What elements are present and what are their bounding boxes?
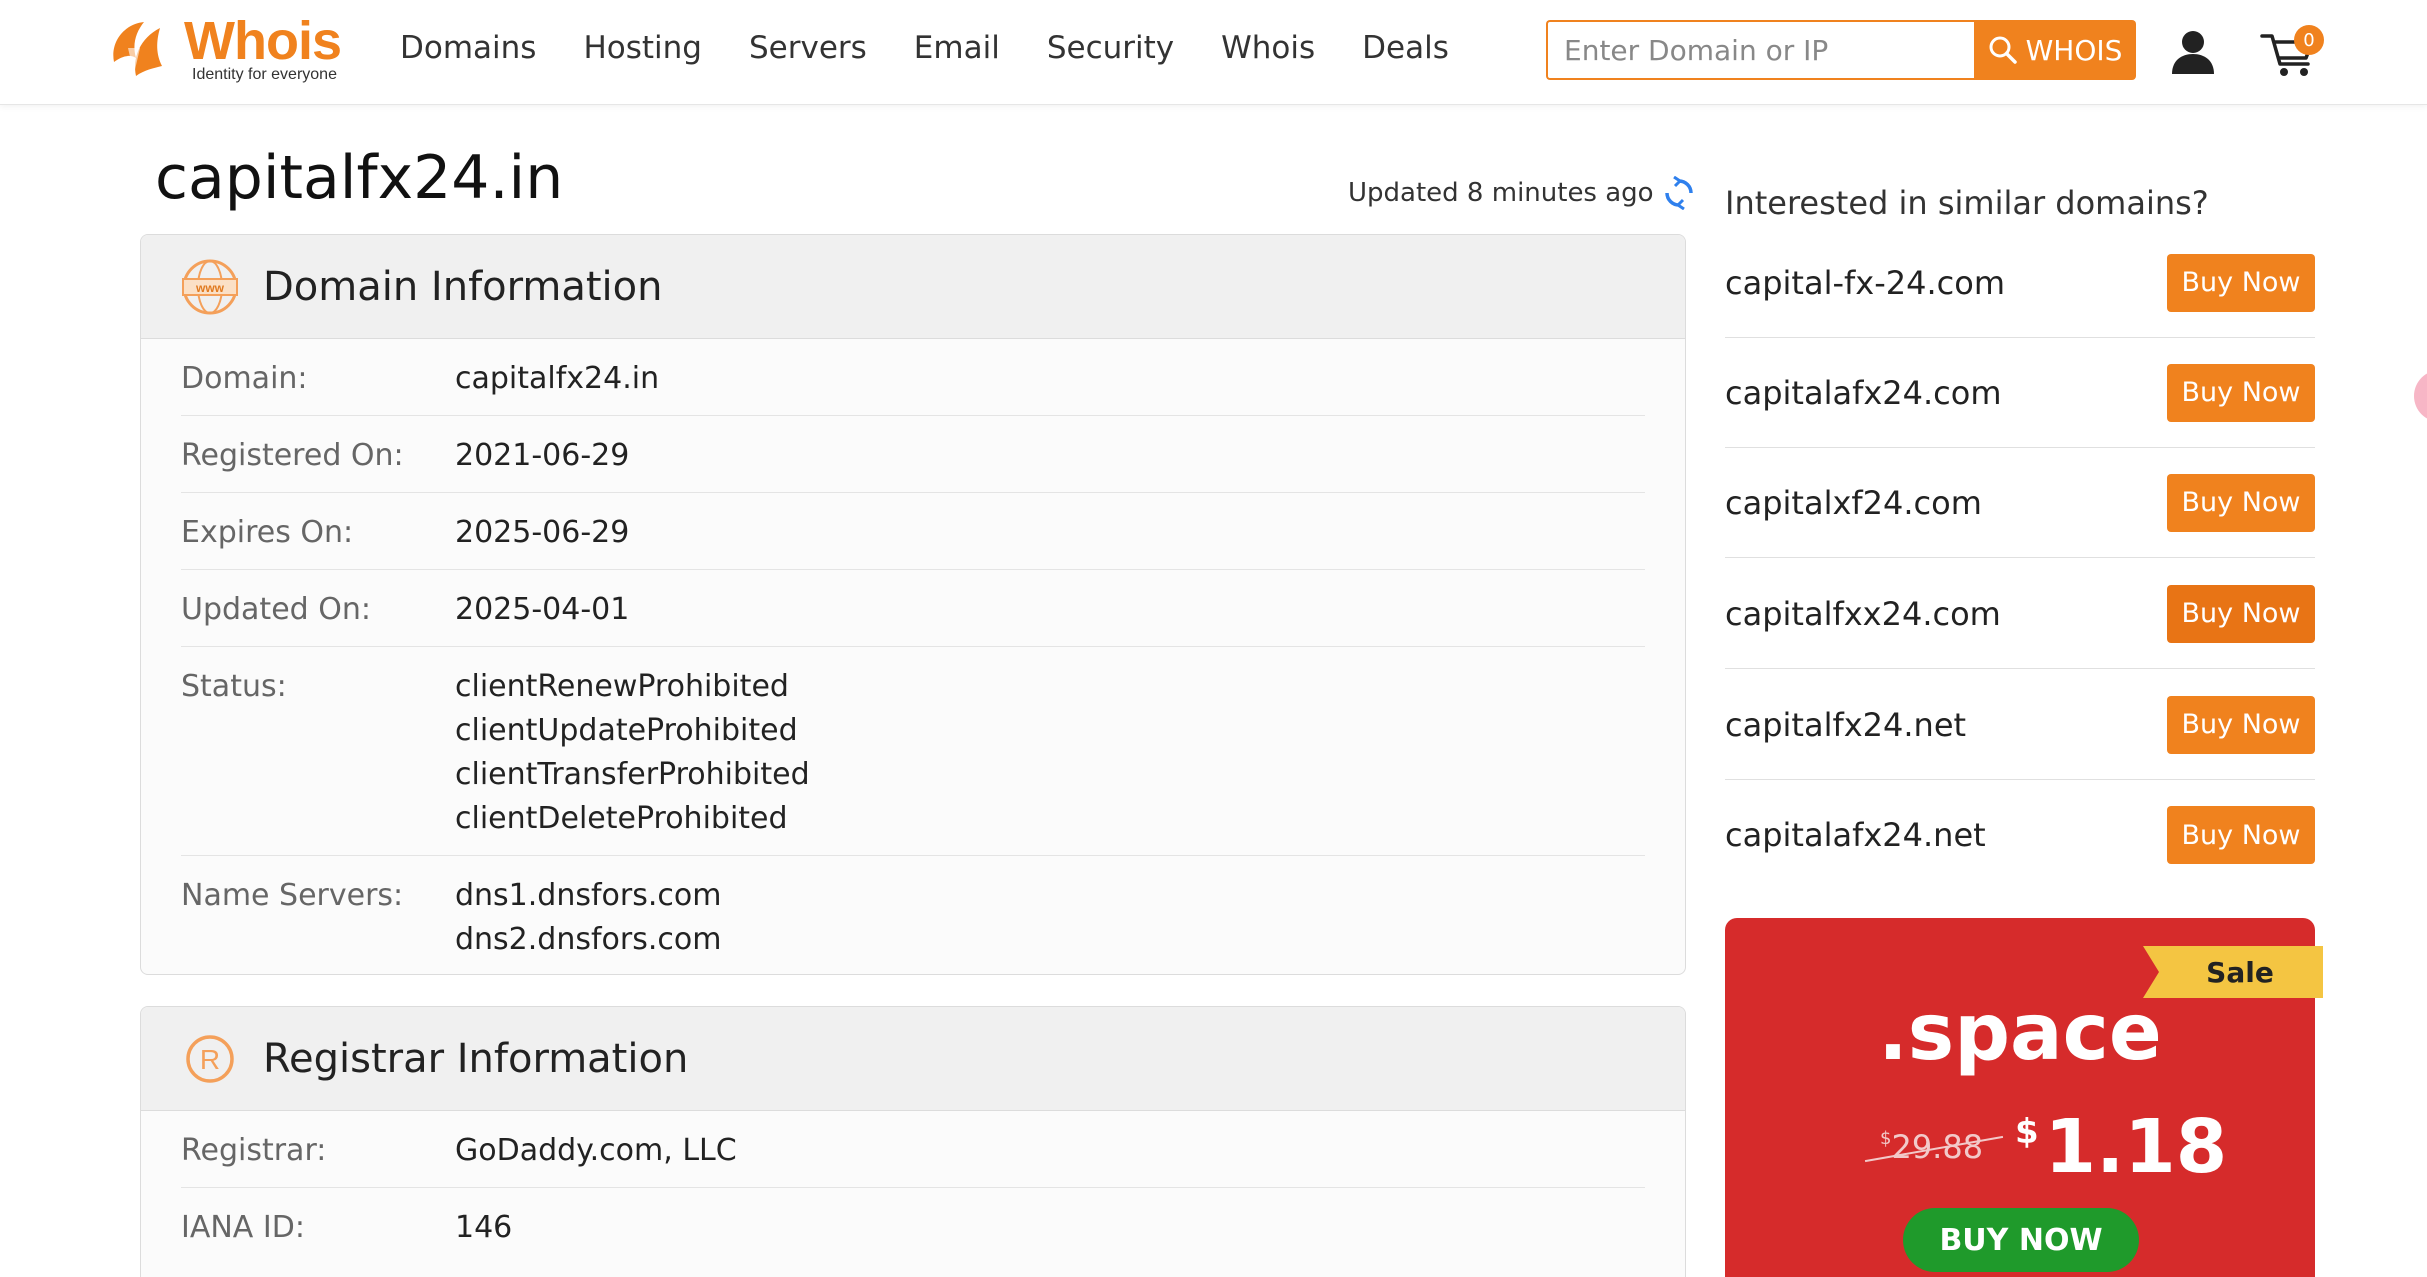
search-bar: WHOIS	[1546, 20, 2136, 80]
domain-information-rows: Domain: capitalfx24.in Registered On: 20…	[141, 339, 1685, 974]
value-expires-on: 2025-06-29	[455, 515, 630, 550]
space-tld-promo[interactable]: Sale .space $29.88 $1.18 BUY NOW	[1725, 918, 2323, 1277]
search-input[interactable]	[1546, 20, 1974, 80]
suggestion-domain: capitalafx24.com	[1725, 373, 2002, 412]
buy-now-button[interactable]: Buy Now	[2167, 363, 2315, 422]
registrar-information-card: R Registrar Information Registrar: GoDad…	[140, 1006, 1686, 1277]
nav-email[interactable]: Email	[914, 30, 1000, 66]
suggestion-item: capitalfxx24.com Buy Now	[1725, 559, 2315, 669]
name-server-value: dns1.dnsfors.com	[455, 878, 722, 913]
suggestion-item: capitalxf24.com Buy Now	[1725, 448, 2315, 558]
suggestion-domain: capitalfxx24.com	[1725, 594, 2001, 633]
row-registrar: Registrar: GoDaddy.com, LLC	[181, 1111, 1645, 1188]
main-nav: Domains Hosting Servers Email Security W…	[400, 30, 1496, 66]
name-server-values: dns1.dnsfors.com dns2.dnsfors.com	[455, 874, 721, 962]
value-registrar: GoDaddy.com, LLC	[455, 1133, 737, 1168]
label-domain: Domain:	[181, 361, 308, 396]
value-domain: capitalfx24.in	[455, 361, 660, 396]
promo-tld: .space	[1878, 988, 2162, 1078]
promo-new-amount: 1.18	[2044, 1104, 2228, 1190]
promo-old-currency: $	[1880, 1128, 1892, 1149]
suggestion-domain: capitalafx24.net	[1725, 816, 1986, 854]
similar-domains-title: Interested in similar domains?	[1725, 184, 2209, 222]
label-name-servers: Name Servers:	[181, 878, 404, 913]
buy-now-button[interactable]: Buy Now	[2167, 695, 2315, 754]
nav-servers[interactable]: Servers	[749, 30, 867, 66]
suggestion-domain: capital-fx-24.com	[1725, 263, 2005, 302]
value-updated-on: 2025-04-01	[455, 592, 630, 627]
label-status: Status:	[181, 669, 287, 704]
label-iana-id: IANA ID:	[181, 1210, 305, 1245]
nav-security[interactable]: Security	[1047, 30, 1174, 66]
svg-text:R: R	[200, 1044, 220, 1075]
label-updated-on: Updated On:	[181, 592, 371, 627]
value-iana-id: 146	[455, 1210, 513, 1245]
cart-count-badge: 0	[2294, 25, 2324, 55]
label-registered-on: Registered On:	[181, 438, 404, 473]
registrar-information-rows: Registrar: GoDaddy.com, LLC IANA ID: 146	[141, 1111, 1685, 1264]
row-expires-on: Expires On: 2025-06-29	[181, 493, 1645, 570]
label-expires-on: Expires On:	[181, 515, 354, 550]
nav-whois[interactable]: Whois	[1221, 30, 1315, 66]
status-values: clientRenewProhibited clientUpdateProhib…	[455, 665, 810, 841]
buy-now-button[interactable]: Buy Now	[2167, 253, 2315, 312]
promo-buy-now-button[interactable]: BUY NOW	[1903, 1208, 2139, 1272]
value-registered-on: 2021-06-29	[455, 438, 630, 473]
updated-status: Updated 8 minutes ago	[1348, 176, 1694, 210]
registrar-information-header: R Registrar Information	[141, 1007, 1685, 1111]
suggestion-item: capital-fx-24.com Buy Now	[1725, 228, 2315, 338]
top-header: Whois Identity for everyone Domains Host…	[0, 0, 2427, 105]
buy-now-button[interactable]: Buy Now	[2167, 584, 2315, 643]
svg-text:www: www	[195, 281, 225, 295]
status-value: clientTransferProhibited	[455, 757, 810, 792]
promo-new-currency: $	[2015, 1112, 2039, 1152]
label-registrar: Registrar:	[181, 1133, 327, 1168]
row-domain: Domain: capitalfx24.in	[181, 339, 1645, 416]
www-icon: www	[182, 259, 238, 314]
user-account-icon[interactable]	[2172, 30, 2214, 74]
floating-side-widget[interactable]	[2414, 370, 2427, 422]
row-updated-on: Updated On: 2025-04-01	[181, 570, 1645, 647]
promo-new-price: $1.18	[2015, 1104, 2227, 1190]
suggestion-item: capitalafx24.com Buy Now	[1725, 338, 2315, 448]
domain-information-header: www Domain Information	[141, 235, 1685, 339]
logo-mark-icon	[113, 22, 162, 76]
nav-deals[interactable]: Deals	[1362, 30, 1449, 66]
suggestion-item: capitalafx24.net Buy Now	[1725, 780, 2315, 890]
domain-information-card: www Domain Information Domain: capitalfx…	[140, 234, 1686, 975]
suggestion-domain: capitalxf24.com	[1725, 483, 1982, 522]
registered-icon: R	[186, 1034, 234, 1083]
buy-now-button[interactable]: Buy Now	[2167, 473, 2315, 532]
page-title: capitalfx24.in	[155, 143, 564, 213]
buy-now-button[interactable]: Buy Now	[2167, 806, 2315, 864]
domain-information-title: Domain Information	[263, 263, 663, 310]
status-value: clientRenewProhibited	[455, 669, 789, 704]
row-name-servers: Name Servers: dns1.dnsfors.com dns2.dnsf…	[181, 856, 1645, 974]
row-registered-on: Registered On: 2021-06-29	[181, 416, 1645, 493]
search-icon	[1989, 36, 2017, 64]
row-status: Status: clientRenewProhibited clientUpda…	[181, 647, 1645, 856]
nav-hosting[interactable]: Hosting	[583, 30, 702, 66]
refresh-icon[interactable]	[1664, 176, 1694, 210]
whois-logo[interactable]: Whois Identity for everyone	[106, 11, 356, 86]
whois-search-button[interactable]: WHOIS	[1974, 20, 2136, 80]
search-button-label: WHOIS	[2025, 33, 2123, 67]
registrar-information-title: Registrar Information	[263, 1035, 689, 1082]
logo-wordmark: Whois	[184, 11, 342, 71]
nav-domains[interactable]: Domains	[400, 30, 536, 66]
promo-old-price: $29.88	[1864, 1128, 2004, 1166]
name-server-value: dns2.dnsfors.com	[455, 922, 722, 957]
updated-text: Updated 8 minutes ago	[1348, 178, 1654, 208]
logo-tagline: Identity for everyone	[192, 66, 337, 83]
suggestion-domain: capitalfx24.net	[1725, 705, 1967, 744]
status-value: clientDeleteProhibited	[455, 801, 788, 836]
suggestion-item: capitalfx24.net Buy Now	[1725, 670, 2315, 780]
row-iana-id: IANA ID: 146	[181, 1188, 1645, 1264]
status-value: clientUpdateProhibited	[455, 713, 798, 748]
